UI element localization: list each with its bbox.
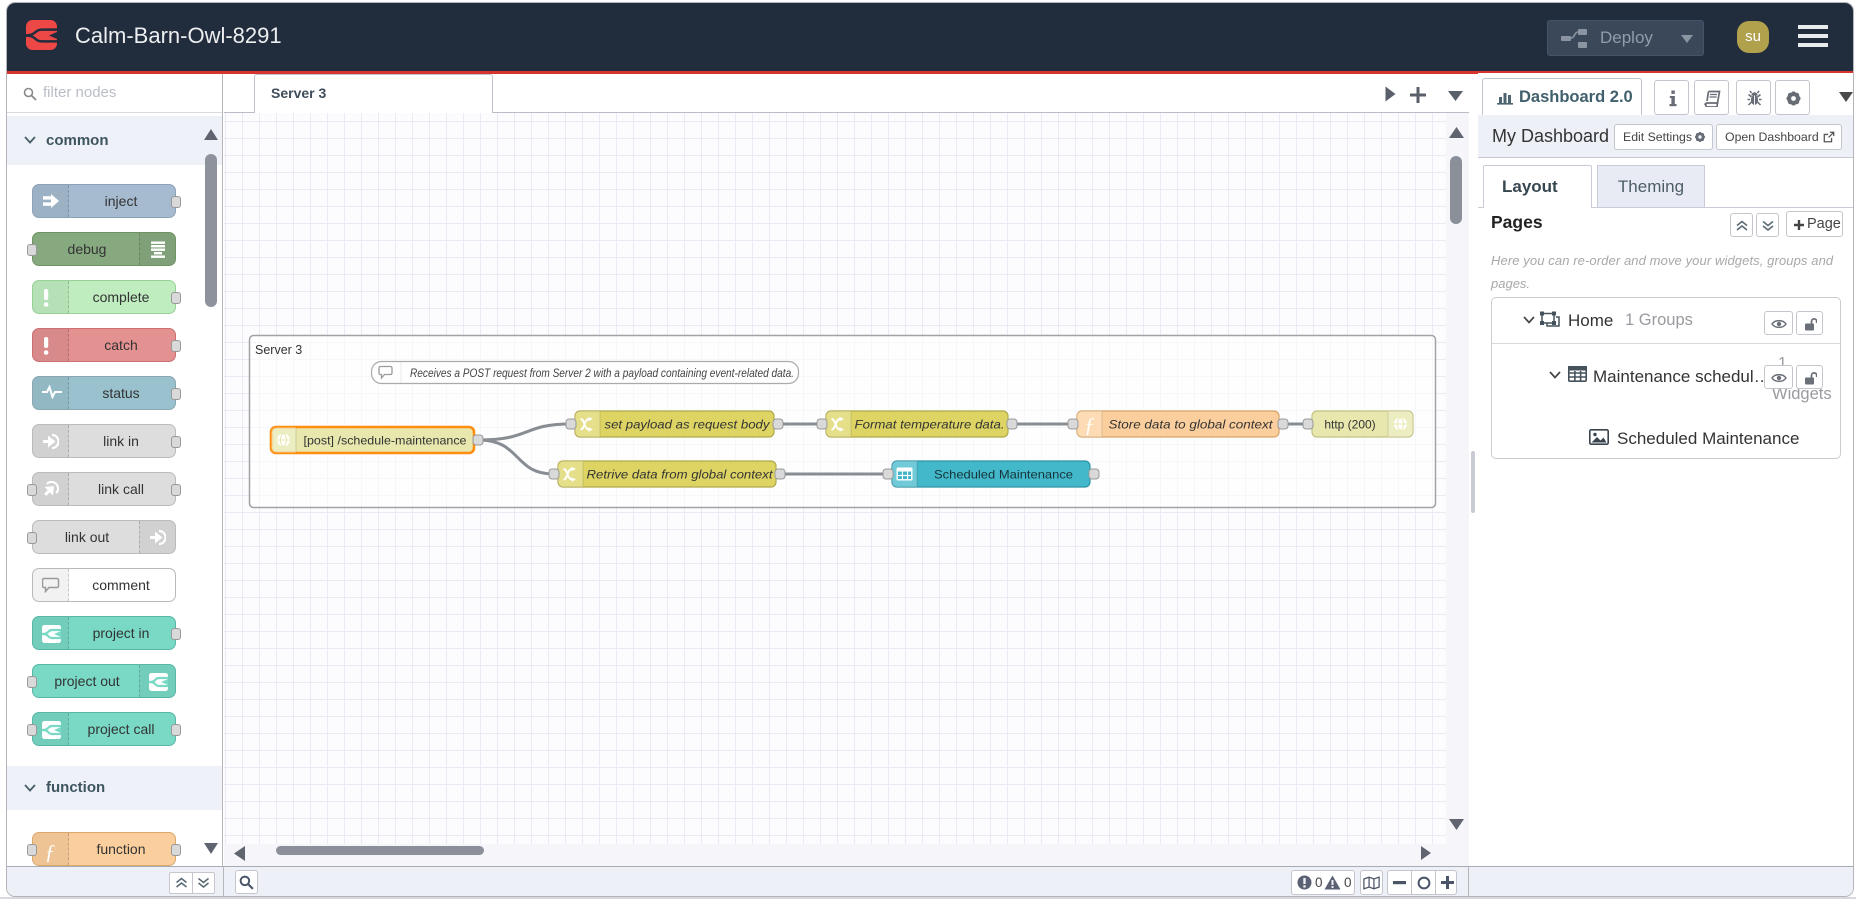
- svg-text:Store data to global context: Store data to global context: [1109, 418, 1274, 432]
- svg-text:Receives a POST request from S: Receives a POST request from Server 2 wi…: [410, 366, 794, 380]
- svg-text:ƒ: ƒ: [1084, 413, 1095, 437]
- svg-text:ƒ: ƒ: [45, 841, 56, 864]
- svg-text:Server 3: Server 3: [255, 343, 302, 357]
- svg-text:set payload as request body: set payload as request body: [605, 418, 771, 432]
- svg-text:[post] /schedule-maintenance: [post] /schedule-maintenance: [304, 434, 467, 448]
- svg-text:http (200): http (200): [1324, 418, 1375, 432]
- svg-text:Retrive data from global conte: Retrive data from global context: [587, 468, 774, 482]
- svg-text:Format temperature data.: Format temperature data.: [855, 418, 1005, 432]
- svg-text:Scheduled Maintenance: Scheduled Maintenance: [934, 468, 1073, 482]
